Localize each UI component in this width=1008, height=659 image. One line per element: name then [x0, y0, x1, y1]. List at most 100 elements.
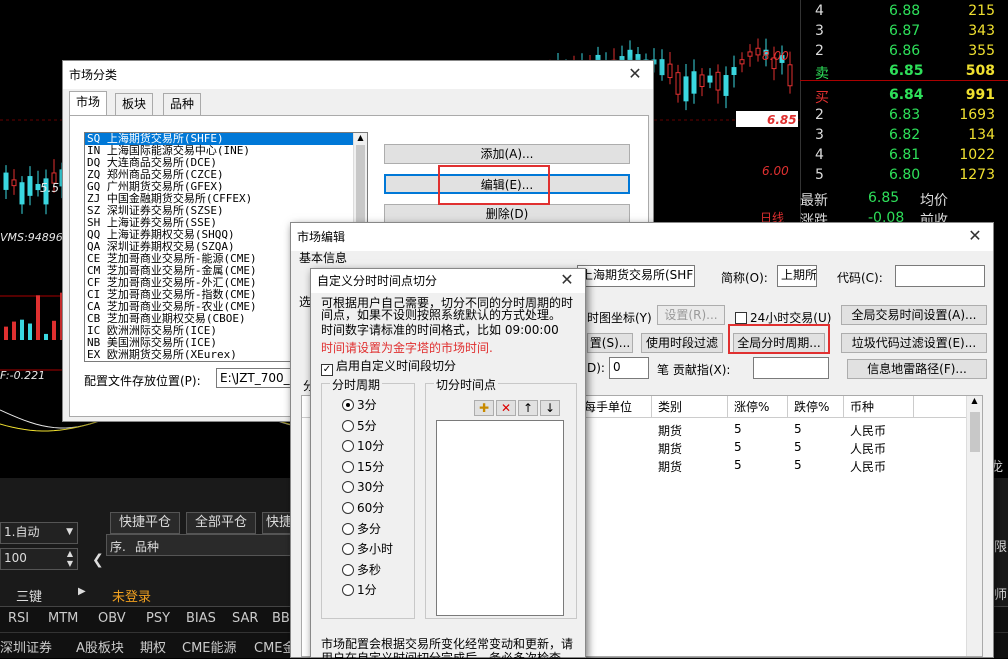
- period-radio[interactable]: 5分: [342, 417, 377, 434]
- column-header[interactable]: 跌停%: [788, 396, 844, 418]
- quantity-stepper[interactable]: 100 ▲ ▼: [0, 548, 78, 570]
- scrollbar[interactable]: ▲: [966, 396, 982, 656]
- indicator-tab[interactable]: MTM: [48, 611, 78, 626]
- settings-button[interactable]: 置(S)...: [587, 333, 633, 353]
- quote-volume: 343: [968, 23, 995, 39]
- cell-down-limit: 5: [794, 440, 802, 454]
- global-trade-time-button[interactable]: 全局交易时间设置(A)...: [841, 305, 987, 325]
- contribution-field[interactable]: [753, 357, 829, 379]
- price-label-800: 8.00: [762, 49, 789, 63]
- indicator-tab[interactable]: SAR: [232, 611, 258, 626]
- indicator-tab[interactable]: RSI: [8, 611, 29, 626]
- close-all-button[interactable]: 全部平仓: [186, 512, 256, 534]
- sector-tab[interactable]: A股板块: [76, 637, 124, 656]
- tab-market[interactable]: 市场: [69, 91, 108, 115]
- period-radio[interactable]: 3分: [342, 396, 377, 413]
- stepper-icon: ▲ ▼: [66, 549, 73, 568]
- quote-price: 6.82: [889, 127, 921, 143]
- setting-button[interactable]: 设置(R)...: [657, 305, 725, 325]
- period-radio[interactable]: 10分: [342, 437, 384, 454]
- quote-volume: 355: [968, 43, 995, 59]
- period-group: 分时周期 3分 5分 10分 15分 30分 60分 多分 多小时 多秒 1分: [321, 376, 415, 619]
- sector-tab[interactable]: CME能源: [182, 637, 237, 656]
- indicator-tab[interactable]: BIAS: [186, 611, 216, 626]
- login-status[interactable]: 未登录: [112, 586, 151, 605]
- quote-level: 4: [815, 147, 824, 163]
- add-icon[interactable]: ✚: [474, 400, 494, 416]
- period-radio[interactable]: 多秒: [342, 561, 381, 578]
- description-text: 可根据用户自己需要，切分不同的分时周期的时间点，如果不设则按照系统默认的方式处理…: [321, 296, 574, 322]
- quote-price: 6.85: [889, 63, 924, 79]
- indicator-tab[interactable]: OBV: [98, 611, 126, 626]
- cell-down-limit: 5: [794, 458, 802, 472]
- right-edge-label-2: 师: [994, 588, 1008, 603]
- tab-sector[interactable]: 板块: [115, 93, 154, 115]
- bid-row[interactable]: 5 6.80 1273: [801, 164, 1008, 188]
- short-name-field[interactable]: 上期所: [777, 265, 817, 287]
- sector-tab[interactable]: 期权: [140, 637, 166, 656]
- junk-filter-button[interactable]: 垃圾代码过滤设置(E)...: [841, 333, 987, 353]
- sector-tab[interactable]: 深圳证券: [0, 637, 52, 656]
- quote-price: 6.81: [889, 147, 921, 163]
- period-radio[interactable]: 1分: [342, 581, 377, 598]
- quote-level: 3: [815, 23, 824, 39]
- column-header[interactable]: 涨停%: [728, 396, 788, 418]
- quote-price: 6.83: [889, 107, 921, 123]
- warning-text: 时间请设置为金字塔的市场时间.: [321, 341, 493, 355]
- quote-price: 6.88: [889, 3, 921, 19]
- scroll-up-icon: ▲: [357, 133, 364, 142]
- close-icon[interactable]: ✕: [625, 64, 645, 84]
- indicator-tab[interactable]: PSY: [146, 611, 170, 626]
- quote-price: 6.84: [889, 87, 924, 103]
- close-icon[interactable]: ✕: [557, 270, 577, 290]
- dialog-title: 市场分类 ✕: [63, 61, 653, 89]
- delete-icon[interactable]: ✕: [496, 400, 516, 416]
- highlight-edit: [438, 165, 550, 205]
- info-mine-path-button[interactable]: 信息地雷路径(F)...: [847, 359, 987, 379]
- indicator-tab[interactable]: BB: [272, 611, 290, 626]
- quote-level: 2: [815, 107, 824, 123]
- three-key-label[interactable]: 三键: [16, 586, 42, 605]
- move-down-icon[interactable]: ↓: [540, 400, 560, 416]
- footer-note: 市场配置会根据交易所变化经常变动和更新，请用户在自定义时间切分完成后，务必多次检…: [321, 637, 574, 659]
- quote-level: 3: [815, 127, 824, 143]
- period-radio[interactable]: 30分: [342, 478, 384, 495]
- period-radio[interactable]: 60分: [342, 499, 384, 516]
- chevron-down-icon: ▼: [66, 527, 73, 537]
- tab-variety[interactable]: 品种: [163, 93, 202, 115]
- contribution-label: 笔 贡献指(X):: [657, 363, 731, 377]
- config-path-label: 配置文件存放位置(P):: [84, 374, 201, 388]
- column-header[interactable]: 币种: [844, 396, 914, 418]
- delete-button[interactable]: 删除(D): [384, 204, 630, 224]
- period-radio[interactable]: 多小时: [342, 540, 393, 557]
- latest-value: 6.85: [868, 190, 900, 206]
- period-radio[interactable]: 15分: [342, 458, 384, 475]
- latest-label: 最新: [800, 193, 828, 209]
- code-field[interactable]: [895, 265, 985, 287]
- column-header[interactable]: 每手单位: [578, 396, 652, 418]
- column-header[interactable]: 类别: [652, 396, 728, 418]
- cell-category: 期货: [658, 460, 683, 474]
- quick-close-button[interactable]: 快捷平仓: [110, 512, 180, 534]
- period-filter-button[interactable]: 使用时段过滤: [641, 333, 723, 353]
- macd-label: F:-0.221: [0, 369, 45, 382]
- cell-currency: 人民币: [850, 442, 887, 456]
- quote-volume: 134: [968, 127, 995, 143]
- arrow-right-icon[interactable]: ▶: [78, 586, 86, 597]
- add-button[interactable]: 添加(A)...: [384, 144, 630, 164]
- move-up-icon[interactable]: ↑: [518, 400, 538, 416]
- quote-volume: 215: [968, 3, 995, 19]
- close-icon[interactable]: ✕: [965, 226, 985, 246]
- d-field[interactable]: 0: [609, 357, 649, 379]
- timeline-coord-label: 时图坐标(Y): [587, 311, 652, 325]
- price-label-55: 5.5: [40, 181, 59, 195]
- current-price-tag: 6.85: [767, 113, 797, 127]
- enable-split-checkbox[interactable]: ✓ 启用自定义时间段切分: [321, 357, 456, 376]
- split-time-list[interactable]: [436, 420, 564, 616]
- code-label: 代码(C):: [837, 271, 883, 285]
- config-path-field[interactable]: E:\JZT_700_X6: [216, 368, 296, 388]
- market-name-field[interactable]: 上海期货交易所(SHFE): [577, 265, 695, 287]
- auto-select[interactable]: 1.自动 ▼: [0, 522, 78, 544]
- chevron-left-icon[interactable]: ❮: [92, 552, 104, 568]
- period-radio[interactable]: 多分: [342, 520, 381, 537]
